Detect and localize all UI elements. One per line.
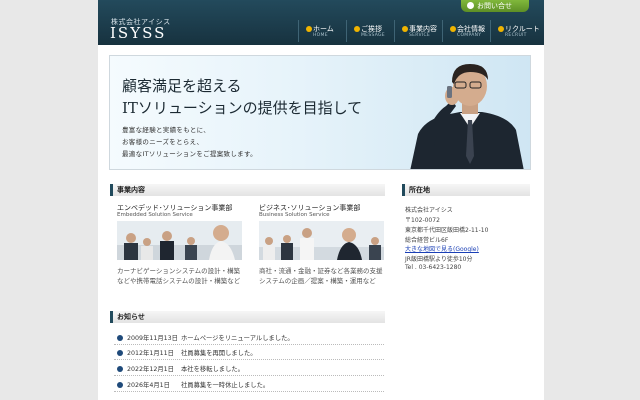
news-date: 2022年12月1日: [127, 366, 174, 373]
news-title: 本社を移転しました。: [181, 366, 244, 373]
news-title: ホームページをリニューアルしました。: [181, 335, 294, 342]
location-access: JR飯田橋駅より徒歩10分: [405, 256, 473, 263]
location-address: 東京都千代田区飯田橋2-11-10: [405, 227, 489, 234]
business-column-description: 商社・流通・金融・証券など各業務の支援システムの企画／提案・構築・運用など: [259, 267, 383, 285]
site-logo[interactable]: ISYSS: [110, 24, 166, 42]
news-item[interactable]: 2026年4月1日 社員募集を一時休止しました。: [114, 378, 384, 392]
nav-home[interactable]: ホーム HOME: [298, 20, 346, 42]
section-heading-text: 所在地: [409, 186, 430, 194]
news-bullet-icon: [117, 382, 123, 388]
location-postal: 〒102-0072: [405, 217, 440, 224]
news-bullet-icon: [117, 335, 123, 341]
news-date: 2026年4月1日: [127, 382, 170, 389]
mail-icon: [467, 2, 474, 9]
news-bullet-icon: [117, 350, 123, 356]
news-bullet-icon: [117, 366, 123, 372]
contact-label: お問い合せ: [477, 2, 512, 10]
news-item[interactable]: 2022年12月1日 本社を移転しました。: [114, 362, 384, 376]
embedded-team-photo: [117, 221, 242, 260]
hero-title: 顧客満足を超える: [122, 77, 242, 95]
nav-bullet-icon: [450, 26, 456, 32]
news-date: 2012年1月11日: [127, 350, 174, 357]
nav-recruit[interactable]: リクルート RECRUIT: [490, 20, 540, 42]
business-column-subtitle: Business Solution Service: [259, 212, 330, 218]
location-company: 株式会社アイシス: [405, 207, 453, 214]
news-title: 社員募集を一時休止しました。: [181, 382, 270, 389]
nav-sublabel: RECRUIT: [505, 33, 527, 38]
section-heading-location: 所在地: [402, 184, 530, 196]
hero-subtitle: ITソリューションの提供を目指して: [122, 99, 363, 117]
nav-bullet-icon: [498, 26, 504, 32]
hero-banner: 顧客満足を超える ITソリューションの提供を目指して 豊富な経験と実績をもとに、…: [109, 55, 531, 170]
nav-sublabel: COMPANY: [457, 33, 482, 38]
business-team-photo: [259, 221, 384, 260]
nav-message[interactable]: ご挨拶 MESSAGE: [346, 20, 394, 42]
news-item[interactable]: 2012年1月11日 社員募集を再開しました。: [114, 346, 384, 360]
business-column-description: カーナビゲーションシステムの設計・構築などや携帯電話システムの設計・構築など: [117, 267, 241, 285]
nav-bullet-icon: [354, 26, 360, 32]
location-tel: Tel . 03-6423-1280: [405, 264, 462, 271]
hero-text-line: お客様のニーズをとらえ、: [122, 138, 204, 146]
google-map-link[interactable]: 大きな地図で見る(Google): [405, 244, 479, 253]
contact-button[interactable]: お問い合せ: [461, 0, 529, 12]
news-date: 2009年11月13日: [127, 335, 178, 342]
businessman-on-phone-image: [410, 64, 524, 169]
news-item[interactable]: 2009年11月13日 ホームページをリニューアルしました。: [114, 331, 384, 345]
nav-sublabel: HOME: [313, 33, 328, 38]
nav-bullet-icon: [402, 26, 408, 32]
nav-bullet-icon: [306, 26, 312, 32]
hero-text-line: 豊富な経験と実績をもとに、: [122, 126, 211, 134]
section-heading-business: 事業内容: [110, 184, 385, 196]
main-nav: ホーム HOME ご挨拶 MESSAGE 事業内容 SERVICE 会社情報 C…: [298, 20, 540, 42]
nav-sublabel: MESSAGE: [361, 33, 385, 38]
section-heading-news: お知らせ: [110, 311, 385, 323]
news-title: 社員募集を再開しました。: [181, 350, 257, 357]
section-heading-text: 事業内容: [117, 186, 145, 194]
nav-company[interactable]: 会社情報 COMPANY: [442, 20, 490, 42]
nav-sublabel: SERVICE: [409, 33, 431, 38]
nav-service[interactable]: 事業内容 SERVICE: [394, 20, 442, 42]
business-column-subtitle: Embedded Solution Service: [117, 212, 193, 218]
section-heading-text: お知らせ: [117, 313, 145, 321]
hero-text-line: 最適なITソリューションをご提案致します。: [122, 150, 257, 158]
location-building: 総合経営ビル6F: [405, 237, 449, 244]
